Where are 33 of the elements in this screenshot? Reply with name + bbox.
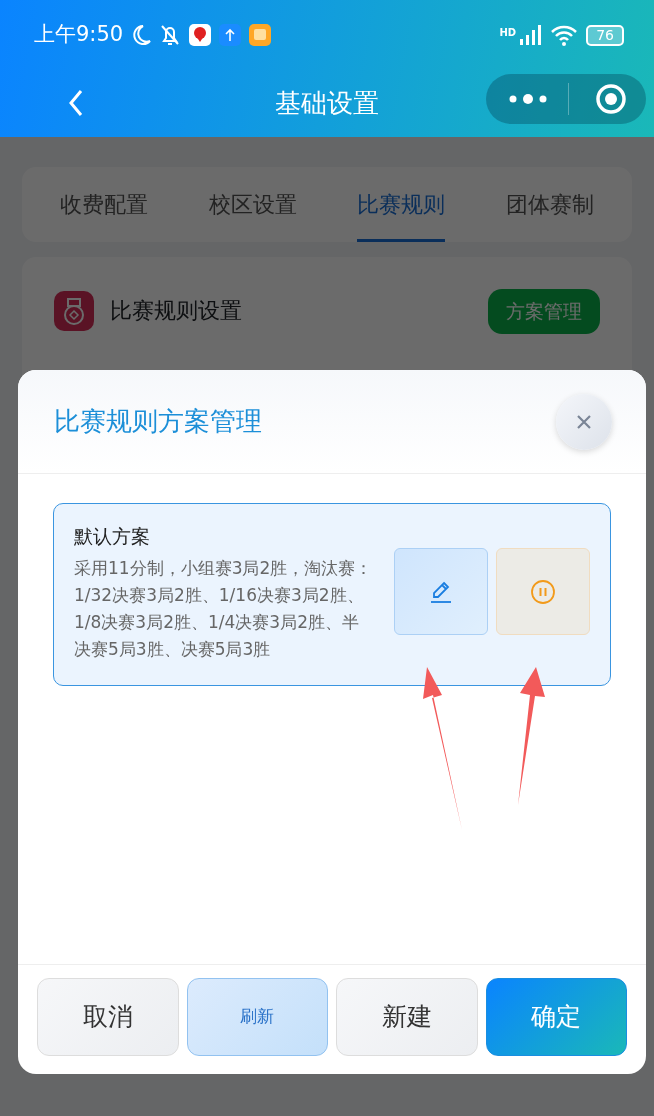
medal-icon [54,291,94,332]
refresh-button[interactable]: 刷新 [186,978,328,1056]
pause-icon [530,578,556,605]
secondary-button[interactable]: 新建 [336,978,478,1056]
message-app-icon [249,24,272,46]
plan-name: 默认方案 [74,524,151,549]
tab[interactable]: 团体赛制 [505,167,594,242]
close-button[interactable] [556,393,612,450]
map-app-icon [189,24,212,46]
page-title: 基础设置 [275,87,379,120]
confirm-button[interactable]: 确定 [485,978,627,1056]
modal-title: 比赛规则方案管理 [54,405,262,438]
upload-app-icon [219,24,242,46]
menu-capsule[interactable] [486,74,646,124]
plan-description: 采用11分制，小组赛3局2胜，淘汰赛：1/32决赛3局2胜、1/16决赛3局2胜、1/8决赛3局2胜、1/4决赛3局2胜、半决赛5局3胜、决赛5局3胜 [74,556,374,662]
section-title: 比赛规则设置 [110,296,242,326]
more-icon[interactable] [508,93,548,105]
tab[interactable]: 比赛规则 [357,167,446,242]
tab[interactable]: 校区设置 [208,167,297,242]
signal-icon [520,25,543,45]
network-label: HD [499,26,517,40]
status-time: 上午9:50 [34,21,124,49]
battery-indicator: 76 [586,24,624,46]
plan-manage-button[interactable]: 方案管理 [488,289,600,334]
wifi-icon [550,24,579,46]
moon-icon [131,24,152,46]
secondary-button[interactable]: 取消 [37,978,179,1056]
tab[interactable]: 收费配置 [60,167,149,242]
back-icon[interactable] [68,88,84,118]
bell-off-icon [159,23,182,47]
close-icon [576,413,592,430]
pencil-icon [429,579,453,604]
target-icon[interactable] [595,83,627,115]
